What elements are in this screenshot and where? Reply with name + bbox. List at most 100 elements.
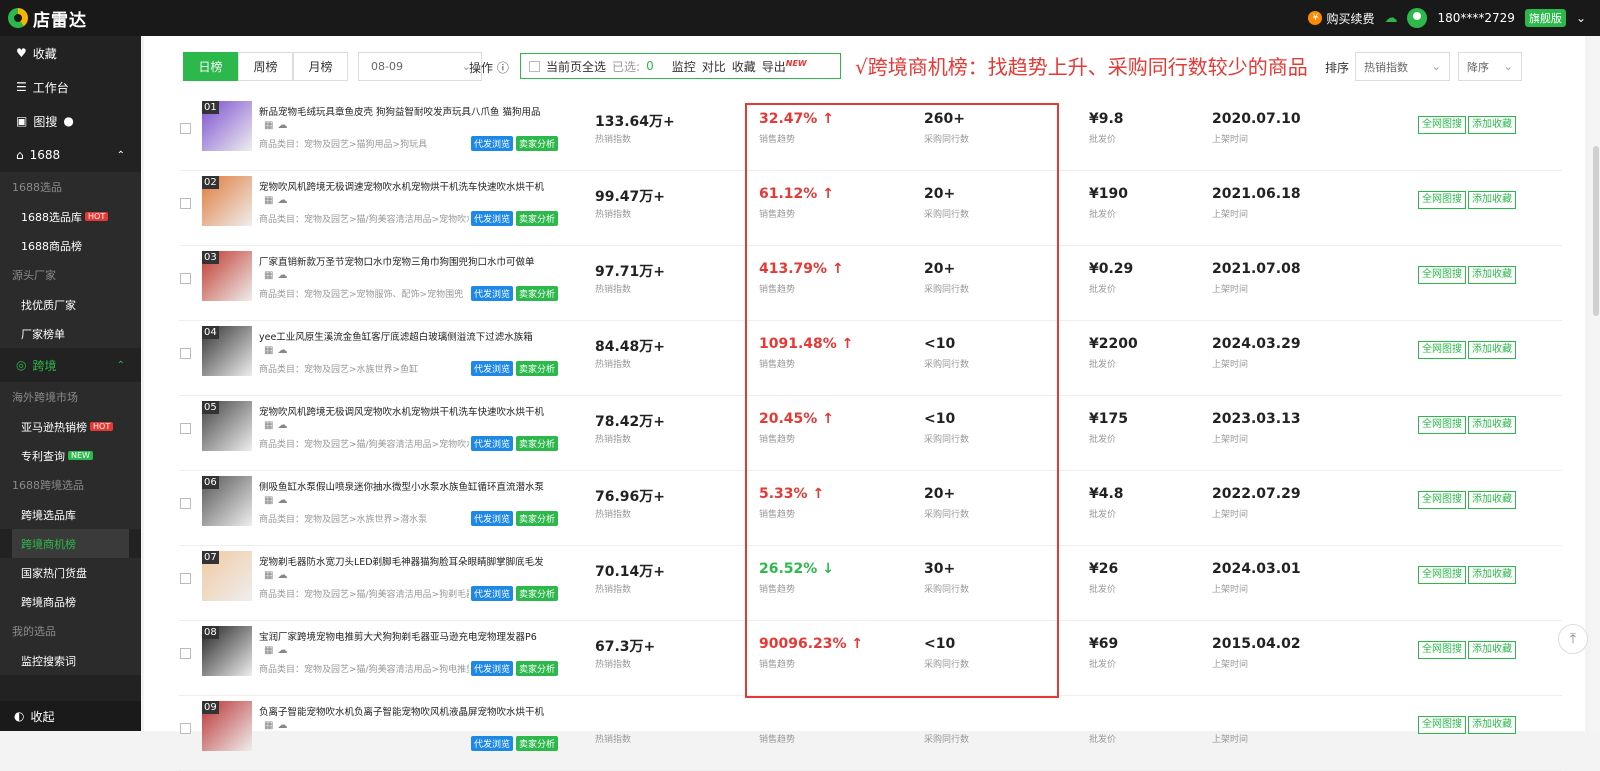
cloud-icon[interactable]: ☁ xyxy=(277,495,287,506)
row-checkbox[interactable] xyxy=(180,348,191,359)
product-title[interactable]: 宝润厂家跨境宠物电推剪大犬狗狗剃毛器亚马逊充电宠物理发器P6 xyxy=(259,629,549,643)
app-logo[interactable]: 店雷达 xyxy=(8,6,87,31)
table-row[interactable]: 05 宠物吹风机跨境无极调风宠物吹水机宠物烘干机洗车快速吹水烘干机 ▦ ☁ 商品类… xyxy=(179,396,1562,471)
product-thumbnail[interactable]: 05 xyxy=(202,401,252,451)
avatar[interactable] xyxy=(1407,8,1428,28)
order-select[interactable]: 降序 ⌄ xyxy=(1458,52,1522,81)
dist-browse-button[interactable]: 代发浏览 xyxy=(471,136,514,151)
dist-browse-button[interactable]: 代发浏览 xyxy=(471,511,514,526)
cloud-icon[interactable]: ☁ xyxy=(277,345,287,356)
add-favorite-button[interactable]: 添加收藏 xyxy=(1468,266,1516,284)
product-title[interactable]: 宠物吹风机跨境无极调风宠物吹水机宠物烘干机洗车快速吹水烘干机 xyxy=(259,404,549,418)
product-title[interactable]: 侧吸鱼缸水泵假山喷泉迷你抽水微型小水泵水族鱼缸循环直流潜水泵 xyxy=(259,479,549,493)
table-row[interactable]: 02 宠物吹风机跨境无极调速宠物吹水机宠物烘干机洗车快速吹水烘干机 ▦ ☁ 商品类… xyxy=(179,171,1562,246)
table-row[interactable]: 03 厂家直销新款万圣节宠物口水巾宠物三角巾狗围兜狗口水巾可做单 ▦ ☁ 商品类目… xyxy=(179,246,1562,321)
seller-analysis-button[interactable]: 卖家分析 xyxy=(516,661,559,676)
product-title[interactable]: 新品宠物毛绒玩具章鱼皮壳 狗狗益智耐咬发声玩具八爪鱼 猫狗用品 xyxy=(259,104,549,118)
seller-analysis-button[interactable]: 卖家分析 xyxy=(516,136,559,151)
table-row[interactable]: 06 侧吸鱼缸水泵假山喷泉迷你抽水微型小水泵水族鱼缸循环直流潜水泵 ▦ ☁ 商品类… xyxy=(179,471,1562,546)
cloud-icon[interactable]: ☁ xyxy=(277,120,287,131)
dist-browse-button[interactable]: 代发浏览 xyxy=(471,586,514,601)
dist-browse-button[interactable]: 代发浏览 xyxy=(471,211,514,226)
cloud-icon[interactable]: ☁ xyxy=(277,645,287,656)
seller-analysis-button[interactable]: 卖家分析 xyxy=(516,511,559,526)
image-search-button[interactable]: 全网图搜 xyxy=(1418,641,1466,659)
cloud-icon[interactable]: ☁ xyxy=(277,195,287,206)
monitor-button[interactable]: 监控 xyxy=(672,58,696,75)
image-search-button[interactable]: 全网图搜 xyxy=(1418,341,1466,359)
add-favorite-button[interactable]: 添加收藏 xyxy=(1468,416,1516,434)
image-search-button[interactable]: 全网图搜 xyxy=(1418,566,1466,584)
image-search-button[interactable]: 全网图搜 xyxy=(1418,191,1466,209)
qrcode-icon[interactable]: ▦ xyxy=(264,570,273,581)
cloud-icon[interactable]: ☁ xyxy=(277,270,287,281)
sidebar-item-favorites[interactable]: ♥ 收藏 xyxy=(0,36,141,70)
compare-button[interactable]: 对比 xyxy=(702,58,726,75)
table-row[interactable]: 07 宠物剃毛器防水宽刀头LED剃脚毛神器猫狗脸耳朵眼睛脚掌脚底毛发 ▦ ☁ 商品… xyxy=(179,546,1562,621)
image-search-button[interactable]: 全网图搜 xyxy=(1418,491,1466,509)
tab-monthly[interactable]: 月榜 xyxy=(293,52,348,81)
dist-browse-button[interactable]: 代发浏览 xyxy=(471,286,514,301)
buy-renew-button[interactable]: ¥ 购买续费 xyxy=(1308,10,1374,27)
scrollbar-thumb[interactable] xyxy=(1593,146,1599,316)
product-thumbnail[interactable]: 01 xyxy=(202,101,252,151)
add-favorite-button[interactable]: 添加收藏 xyxy=(1468,191,1516,209)
product-thumbnail[interactable]: 07 xyxy=(202,551,252,601)
qrcode-icon[interactable]: ▦ xyxy=(264,120,273,131)
date-select[interactable]: 08-09 ⌄ xyxy=(358,52,482,81)
product-title[interactable]: 负离子智能宠物吹水机负离子智能宠物吹风机液晶屏宠物吹水烘干机 xyxy=(259,704,549,718)
sidebar-item-patent[interactable]: 专利查询 NEW xyxy=(0,441,141,470)
row-checkbox[interactable] xyxy=(180,198,191,209)
sidebar-item-cross-rank[interactable]: 跨境商品榜 xyxy=(0,587,141,616)
seller-analysis-button[interactable]: 卖家分析 xyxy=(516,361,559,376)
row-checkbox[interactable] xyxy=(180,273,191,284)
cloud-icon[interactable]: ☁ xyxy=(277,720,287,731)
qrcode-icon[interactable]: ▦ xyxy=(264,195,273,206)
select-page-checkbox[interactable] xyxy=(529,60,540,72)
tab-weekly[interactable]: 周榜 xyxy=(238,52,293,81)
qrcode-icon[interactable]: ▦ xyxy=(264,495,273,506)
qrcode-icon[interactable]: ▦ xyxy=(264,720,273,731)
row-checkbox[interactable] xyxy=(180,123,191,134)
product-title[interactable]: 宠物吹风机跨境无极调速宠物吹水机宠物烘干机洗车快速吹水烘干机 xyxy=(259,179,549,193)
cloud-icon[interactable]: ☁ xyxy=(277,570,287,581)
sidebar-item-cross-biz-rank[interactable]: 跨境商机榜 xyxy=(12,529,129,558)
sidebar-item-amazon[interactable]: 亚马逊热销榜 HOT xyxy=(0,412,141,441)
add-favorite-button[interactable]: 添加收藏 xyxy=(1468,341,1516,359)
add-favorite-button[interactable]: 添加收藏 xyxy=(1468,116,1516,134)
table-row[interactable]: 09 负离子智能宠物吹水机负离子智能宠物吹风机液晶屏宠物吹水烘干机 ▦ ☁ 代发浏… xyxy=(179,696,1562,771)
product-thumbnail[interactable]: 03 xyxy=(202,251,252,301)
row-checkbox[interactable] xyxy=(180,648,191,659)
sidebar-item-cross-lib[interactable]: 跨境选品库 xyxy=(0,500,141,529)
tab-daily[interactable]: 日榜 xyxy=(183,52,238,81)
add-favorite-button[interactable]: 添加收藏 xyxy=(1468,716,1516,734)
table-row[interactable]: 08 宝润厂家跨境宠物电推剪大犬狗狗剃毛器亚马逊充电宠物理发器P6 ▦ ☁ 商品类… xyxy=(179,621,1562,696)
sidebar-item-monitor-search[interactable]: 监控搜索词 xyxy=(0,646,141,675)
sidebar-item-find-factory[interactable]: 找优质厂家 xyxy=(0,290,141,319)
table-row[interactable]: 01 新品宠物毛绒玩具章鱼皮壳 狗狗益智耐咬发声玩具八爪鱼 猫狗用品 ▦ ☁ 商品… xyxy=(179,96,1562,171)
cloud-download-icon[interactable]: ☁ xyxy=(1384,11,1397,26)
qrcode-icon[interactable]: ▦ xyxy=(264,345,273,356)
product-title[interactable]: 宠物剃毛器防水宽刀头LED剃脚毛神器猫狗脸耳朵眼睛脚掌脚底毛发 xyxy=(259,554,549,568)
dist-browse-button[interactable]: 代发浏览 xyxy=(471,661,514,676)
seller-analysis-button[interactable]: 卖家分析 xyxy=(516,286,559,301)
add-favorite-button[interactable]: 添加收藏 xyxy=(1468,491,1516,509)
seller-analysis-button[interactable]: 卖家分析 xyxy=(516,736,559,751)
sidebar-item-factory-rank[interactable]: 厂家榜单 xyxy=(0,319,141,348)
add-favorite-button[interactable]: 添加收藏 xyxy=(1468,566,1516,584)
qrcode-icon[interactable]: ▦ xyxy=(264,270,273,281)
sidebar-collapse-button[interactable]: ◐ 收起 xyxy=(0,701,141,731)
dist-browse-button[interactable]: 代发浏览 xyxy=(471,361,514,376)
image-search-button[interactable]: 全网图搜 xyxy=(1418,266,1466,284)
select-page-label[interactable]: 当前页全选 xyxy=(546,58,606,75)
product-title[interactable]: yee工业风原生溪流金鱼缸客厅底滤超白玻璃侧溢流下过滤水族箱 xyxy=(259,329,549,343)
seller-analysis-button[interactable]: 卖家分析 xyxy=(516,211,559,226)
seller-analysis-button[interactable]: 卖家分析 xyxy=(516,436,559,451)
image-search-button[interactable]: 全网图搜 xyxy=(1418,116,1466,134)
image-search-button[interactable]: 全网图搜 xyxy=(1418,716,1466,734)
collect-button[interactable]: 收藏 xyxy=(732,58,756,75)
sidebar-section-1688[interactable]: ⌂ 1688 ⌃ xyxy=(0,138,141,172)
product-thumbnail[interactable]: 08 xyxy=(202,626,252,676)
sidebar-item-image-search[interactable]: ▣ 图搜 ● xyxy=(0,104,141,138)
qrcode-icon[interactable]: ▦ xyxy=(264,645,273,656)
